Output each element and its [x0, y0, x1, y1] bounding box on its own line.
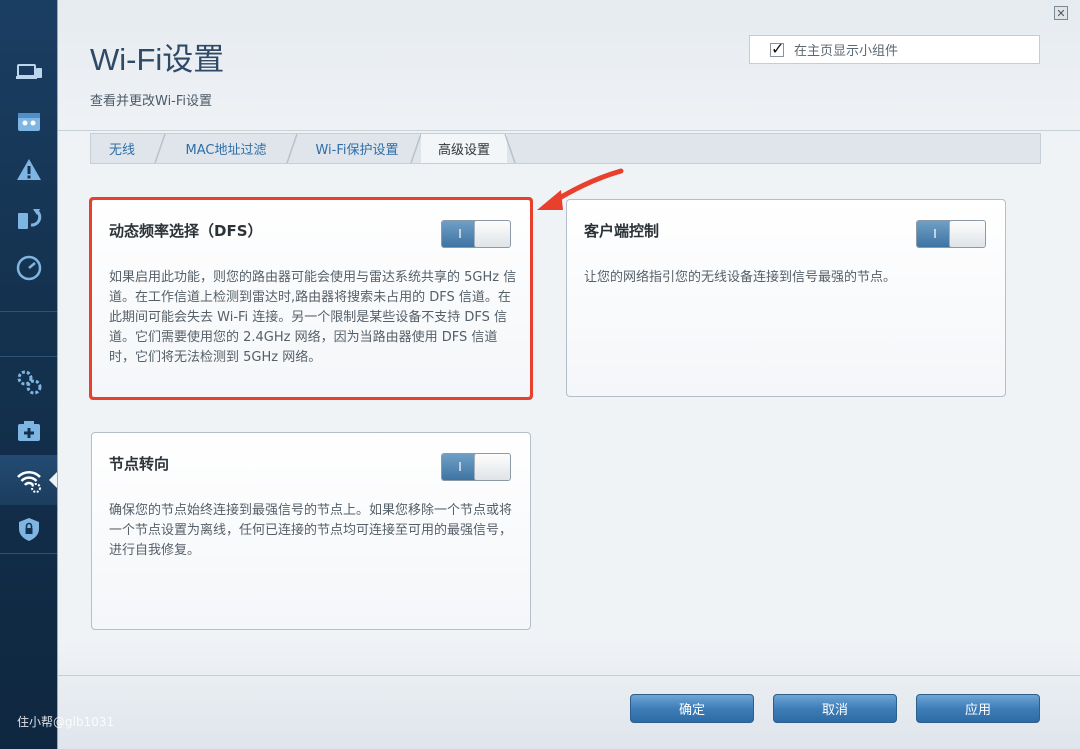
main-panel: ✕ Wi-Fi设置 查看并更改Wi-Fi设置 在主页显示小组件 无线 MAC地址…: [57, 0, 1080, 749]
watermark: 住小帮@glb1031: [17, 715, 115, 729]
tab-advanced[interactable]: 高级设置: [421, 134, 507, 163]
node-steering-description: 确保您的节点始终连接到最强信号的节点上。如果您移除一个节点或将一个节点设置为离线…: [109, 503, 513, 558]
parental-controls-icon: [17, 113, 40, 131]
active-indicator-arrow: [49, 472, 57, 488]
apply-button[interactable]: 应用: [916, 694, 1040, 723]
sidebar-item-update[interactable]: [0, 194, 57, 244]
show-widget-option[interactable]: 在主页显示小组件: [749, 35, 1040, 64]
tab-wps[interactable]: Wi-Fi保护设置: [299, 134, 415, 163]
troubleshooting-icon: [16, 159, 41, 180]
sidebar-item-troubleshooting[interactable]: [0, 145, 57, 195]
sidebar-item-parental-controls[interactable]: [0, 96, 57, 146]
external-storage-icon: [17, 421, 40, 441]
page-title: Wi-Fi设置: [90, 42, 225, 77]
update-icon: [17, 209, 41, 229]
sidebar-item-settings[interactable]: [0, 357, 57, 407]
footer-divider: [58, 675, 1080, 676]
show-widget-checkbox[interactable]: [770, 39, 784, 58]
security-icon: [18, 518, 39, 541]
close-button[interactable]: ✕: [1054, 6, 1068, 20]
sidebar-divider: [0, 311, 57, 312]
client-steering-title: 客户端控制: [584, 222, 660, 240]
sidebar-item-wifi-settings[interactable]: [0, 455, 57, 505]
sidebar-item-security[interactable]: [0, 504, 57, 554]
sidebar-item-devices[interactable]: [0, 47, 57, 97]
sidebar: [0, 0, 57, 749]
settings-icon: [17, 370, 41, 395]
devices-icon: [15, 64, 42, 79]
toggle-on-label: I: [917, 221, 953, 247]
tab-wireless[interactable]: 无线: [91, 134, 153, 163]
client-steering-description: 让您的网络指引您的无线设备连接到信号最强的节点。: [584, 270, 897, 285]
node-steering-title: 节点转向: [109, 455, 170, 473]
sidebar-item-external-storage[interactable]: [0, 406, 57, 456]
toggle-on-label: I: [442, 454, 478, 480]
tab-bar: 无线 MAC地址过滤 Wi-Fi保护设置 高级设置: [90, 133, 1041, 164]
ok-button[interactable]: 确定: [630, 694, 754, 723]
toggle-knob: [474, 454, 510, 480]
tab-mac-filter[interactable]: MAC地址过滤: [167, 134, 285, 163]
node-steering-card: 节点转向 I 确保您的节点始终连接到最强信号的节点上。如果您移除一个节点或将一个…: [91, 432, 531, 630]
cancel-button[interactable]: 取消: [773, 694, 897, 723]
speed-test-icon: [16, 255, 41, 281]
node-steering-toggle[interactable]: I: [441, 453, 511, 481]
annotation-arrow-icon: [537, 168, 624, 210]
client-steering-card: 客户端控制 I 让您的网络指引您的无线设备连接到信号最强的节点。: [566, 199, 1006, 397]
toggle-knob: [949, 221, 985, 247]
client-steering-toggle[interactable]: I: [916, 220, 986, 248]
tab-divider: [504, 134, 516, 163]
sidebar-divider: [0, 553, 57, 554]
sidebar-item-speed-test[interactable]: [0, 243, 57, 293]
page-subtitle: 查看并更改Wi-Fi设置: [90, 94, 213, 109]
show-widget-label: 在主页显示小组件: [794, 44, 899, 59]
wifi-settings-icon: [16, 470, 41, 493]
dfs-highlight-annotation: [89, 197, 533, 400]
header-divider: [58, 130, 1080, 131]
